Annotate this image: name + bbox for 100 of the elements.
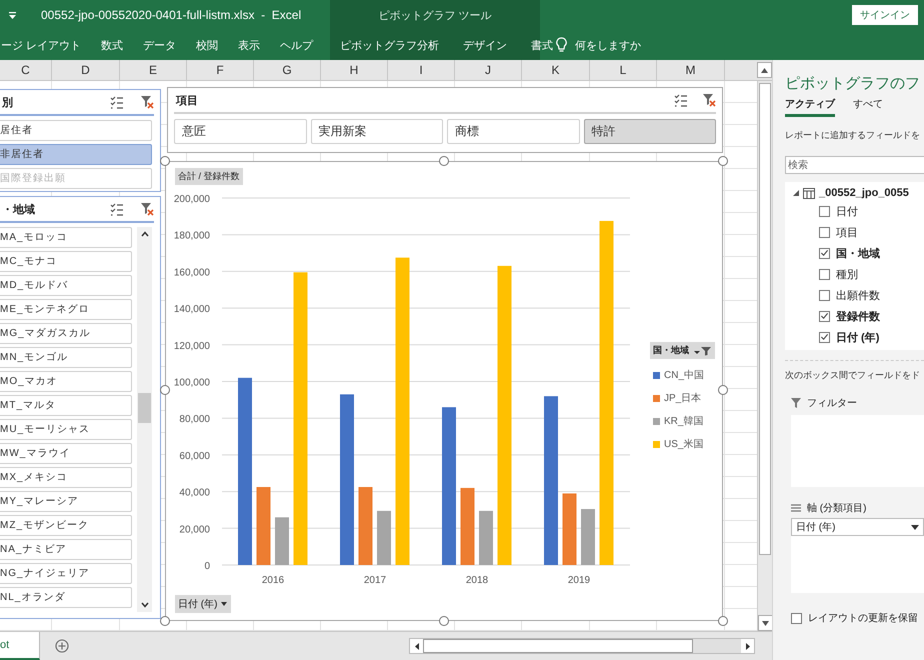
pane-tab[interactable]: すべて (853, 97, 883, 117)
customize-toolbar-icon[interactable] (8, 10, 17, 20)
slicer-item[interactable]: MX_メキシコ (0, 467, 132, 488)
slicer-item[interactable]: MG_マダガスカル (0, 323, 132, 344)
column-header[interactable]: K (522, 60, 590, 80)
column-header[interactable]: J (455, 60, 522, 80)
slicer-item[interactable]: 商標 (447, 119, 580, 144)
slicer-item[interactable]: 意匠 (174, 119, 306, 144)
scroll-thumb[interactable] (759, 83, 771, 555)
slicer-item[interactable]: ME_モンテネグロ (0, 299, 132, 320)
slicer-item[interactable]: MY_マレーシア (0, 491, 132, 512)
checkbox[interactable] (819, 248, 830, 258)
clear-filter-icon[interactable] (140, 95, 154, 109)
column-header[interactable]: E (120, 60, 187, 80)
checkbox[interactable] (819, 268, 830, 280)
checkbox[interactable] (819, 332, 830, 342)
legend-label[interactable]: US_米国 (664, 437, 704, 451)
field-label[interactable]: 国・地域 (836, 246, 880, 260)
field-label[interactable]: 項目 (836, 224, 858, 240)
checkbox[interactable] (819, 290, 830, 300)
tell-me-field[interactable]: 何をしますか (575, 38, 641, 52)
column-header[interactable]: F (187, 60, 254, 80)
chart-area[interactable]: 合計 / 登録件数 0 20,000 40,000 60,000 80,000 100,000 120,000 140,000 160,000 180,000 200,000 2016 2017 2018 2019 国・地域 CN_中国 JP_日本 KR_韓国 US_米国 日付 (年) (165, 161, 723, 621)
multi-select-icon[interactable] (110, 202, 124, 216)
resize-handle[interactable] (160, 616, 170, 626)
field-label[interactable]: 日付 (年) (836, 330, 880, 344)
column-header[interactable]: L (590, 60, 657, 80)
field-label[interactable]: 出願件数 (836, 288, 880, 302)
field-label[interactable]: 種別 (836, 266, 858, 282)
slicer-item[interactable]: MW_マラウイ (0, 443, 132, 464)
field-label[interactable]: 登録件数 (836, 308, 880, 324)
slicer-item[interactable]: MN_モンゴル (0, 347, 132, 368)
legend-field-button[interactable]: 国・地域 (650, 342, 715, 359)
sign-in-button[interactable]: サインイン (852, 5, 918, 25)
scroll-right-button[interactable] (741, 639, 754, 653)
checkbox[interactable] (791, 612, 802, 624)
checkbox[interactable] (819, 226, 830, 238)
checkbox[interactable] (819, 206, 830, 216)
column-header[interactable]: C (0, 60, 52, 80)
scrollbar[interactable] (757, 81, 772, 631)
resize-handle[interactable] (439, 616, 449, 626)
scroll-left-button[interactable] (410, 639, 423, 653)
scrollbar[interactable] (137, 227, 152, 612)
resize-handle[interactable] (439, 156, 449, 166)
ribbon-tab[interactable]: 数式 (101, 38, 124, 52)
field-label[interactable]: 日付 (836, 204, 858, 218)
ribbon-tab[interactable]: ピボットグラフ分析 (340, 38, 439, 52)
slicer-item[interactable]: 居住者 (0, 120, 152, 141)
legend-label[interactable]: CN_中国 (664, 368, 704, 382)
scroll-down-icon[interactable] (140, 602, 148, 608)
legend-label[interactable]: JP_日本 (664, 391, 702, 405)
axis-field-dropdown[interactable]: 日付 (年) (791, 518, 924, 536)
slicer-item[interactable]: MT_マルタ (0, 395, 132, 416)
scrollbar[interactable] (409, 638, 755, 654)
ribbon-tab[interactable]: 表示 (238, 38, 260, 52)
clear-filter-icon[interactable] (702, 93, 716, 107)
multi-select-icon[interactable] (674, 94, 688, 106)
checkbox[interactable] (819, 310, 830, 322)
resize-handle[interactable] (718, 156, 728, 166)
resize-handle[interactable] (718, 616, 728, 626)
column-header[interactable]: H (321, 60, 388, 80)
slicer-item[interactable]: MA_モロッコ (0, 227, 132, 248)
legend-label[interactable]: KR_韓国 (664, 414, 704, 428)
slicer-item[interactable]: MU_モーリシャス (0, 419, 132, 440)
scroll-thumb[interactable] (138, 393, 151, 423)
axis-field-button[interactable]: 日付 (年) (175, 595, 232, 613)
search-field[interactable]: 検索 (785, 156, 924, 174)
scroll-up-button[interactable] (757, 62, 772, 78)
slicer-item[interactable]: 特許 (584, 119, 716, 144)
field-table-name[interactable]: _00552_jpo_0055 (819, 187, 909, 199)
resize-handle[interactable] (160, 156, 170, 166)
slicer-item[interactable]: 非居住者 (0, 144, 152, 165)
checkbox-label[interactable]: レイアウトの更新を保留 (808, 611, 918, 625)
sheet-tab[interactable]: ot (0, 632, 40, 660)
pane-tab[interactable]: アクティブ (785, 97, 835, 117)
column-header[interactable]: I (388, 60, 455, 80)
lightbulb-icon[interactable] (556, 37, 567, 53)
scroll-down-button[interactable] (758, 615, 773, 631)
column-header[interactable]: G (254, 60, 321, 80)
slicer-item[interactable]: MD_モルドバ (0, 275, 132, 296)
slicer-item[interactable]: NA_ナミビア (0, 539, 132, 560)
column-header[interactable]: D (52, 60, 120, 80)
slicer-item[interactable]: MZ_モザンビーク (0, 515, 132, 536)
ribbon-tab[interactable]: デザイン (463, 38, 507, 52)
slicer-item[interactable]: 実用新案 (310, 119, 443, 144)
scroll-thumb[interactable] (423, 639, 693, 653)
ribbon-tab[interactable]: 書式 (531, 38, 553, 52)
slicer-item[interactable]: NG_ナイジェリア (0, 563, 132, 584)
ribbon-tab[interactable]: ージ レイアウト (1, 38, 82, 52)
field-button[interactable]: 合計 / 登録件数 (175, 168, 243, 185)
slicer-item[interactable]: NL_オランダ (0, 587, 132, 608)
column-header[interactable]: M (657, 60, 725, 80)
ribbon-tab[interactable]: データ (143, 38, 176, 52)
multi-select-icon[interactable] (110, 96, 124, 108)
resize-handle[interactable] (718, 385, 728, 395)
slicer-item[interactable]: MC_モナコ (0, 251, 132, 272)
ribbon-tab[interactable]: ヘルプ (280, 38, 314, 52)
add-sheet-icon[interactable] (55, 639, 69, 653)
collapse-icon[interactable] (793, 190, 799, 196)
clear-filter-icon[interactable] (140, 202, 154, 216)
